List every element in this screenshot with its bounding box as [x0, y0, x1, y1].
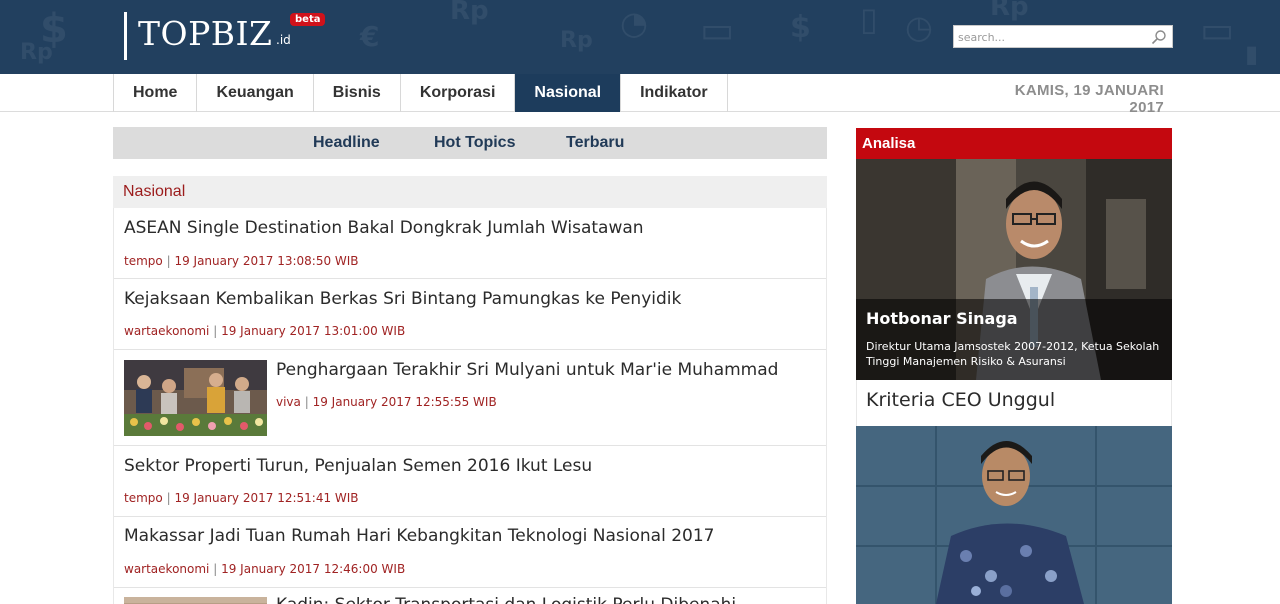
- list-item[interactable]: Kejaksaan Kembalikan Berkas Sri Bintang …: [114, 279, 826, 350]
- article-thumbnail[interactable]: [124, 360, 267, 436]
- background-pattern: ▭: [700, 10, 735, 51]
- article-meta: tempo | 19 January 2017 12:51:41 WIB: [124, 491, 359, 505]
- background-pattern: Rp: [20, 40, 53, 65]
- meta-separator: |: [304, 395, 309, 409]
- background-pattern: ▮: [1245, 40, 1259, 68]
- article-datetime: 19 January 2017 12:46:00 WIB: [221, 562, 406, 576]
- list-item[interactable]: Sektor Properti Turun, Penjualan Semen 2…: [114, 446, 826, 517]
- meta-separator: |: [213, 562, 218, 576]
- sub-nav: Headline Hot Topics Terbaru: [113, 127, 827, 159]
- nav-item-korporasi[interactable]: Korporasi: [401, 74, 516, 112]
- site-header: $ Rp € Rp Rp ◔ ▭ $ ▯ ◷ Rp ▭ ▮ TOPBIZ .id…: [0, 0, 1280, 74]
- article-source: tempo: [124, 491, 163, 505]
- tab-terbaru[interactable]: Terbaru: [566, 127, 624, 159]
- meta-separator: |: [166, 254, 171, 268]
- list-item[interactable]: ASEAN Single Destination Bakal Dongkrak …: [114, 208, 826, 279]
- photo-caption: Hotbonar Sinaga Direktur Utama Jamsostek…: [856, 299, 1172, 380]
- nav-item-nasional[interactable]: Nasional: [515, 74, 622, 112]
- beta-badge: beta: [290, 13, 326, 26]
- section-header: Nasional: [113, 176, 827, 208]
- background-pattern: ▭: [1200, 10, 1235, 51]
- article-datetime: 19 January 2017 12:55:55 WIB: [312, 395, 497, 409]
- author-photo[interactable]: Hotbonar Sinaga Direktur Utama Jamsostek…: [856, 159, 1172, 380]
- logo-bar: [124, 12, 127, 60]
- search-input[interactable]: [958, 28, 1148, 46]
- article-datetime: 19 January 2017 12:51:41 WIB: [174, 491, 359, 505]
- background-pattern: Rp: [450, 0, 489, 26]
- analisa-article[interactable]: Kriteria CEO Unggul: [856, 380, 1172, 426]
- tab-headline[interactable]: Headline: [313, 127, 380, 159]
- news-list: ASEAN Single Destination Bakal Dongkrak …: [113, 208, 827, 604]
- analisa-article-title[interactable]: Kriteria CEO Unggul: [866, 389, 1055, 411]
- tab-hot-topics[interactable]: Hot Topics: [434, 127, 515, 159]
- analisa-label: Analisa: [862, 135, 916, 152]
- background-pattern: ◔: [620, 4, 648, 42]
- list-item[interactable]: Kadin: Sektor Transportasi dan Logistik …: [114, 588, 826, 604]
- article-source: wartaekonomi: [124, 324, 210, 338]
- article-datetime: 19 January 2017 13:08:50 WIB: [174, 254, 359, 268]
- meta-separator: |: [213, 324, 218, 338]
- background-pattern: ▯: [860, 0, 878, 38]
- author-role: Direktur Utama Jamsostek 2007-2012, Ketu…: [866, 340, 1160, 368]
- nav-item-indikator[interactable]: Indikator: [621, 74, 728, 112]
- list-item[interactable]: Penghargaan Terakhir Sri Mulyani untuk M…: [114, 350, 826, 446]
- list-item[interactable]: Makassar Jadi Tuan Rumah Hari Kebangkita…: [114, 517, 826, 588]
- article-title[interactable]: Penghargaan Terakhir Sri Mulyani untuk M…: [276, 360, 778, 380]
- background-pattern: ◷: [905, 8, 933, 46]
- nav-item-home[interactable]: Home: [114, 74, 198, 112]
- article-meta: wartaekonomi | 19 January 2017 12:46:00 …: [124, 562, 405, 576]
- nav-menu: Home Keuangan Bisnis Korporasi Nasional …: [113, 74, 728, 112]
- search-box: [953, 25, 1173, 48]
- meta-separator: |: [166, 491, 171, 505]
- article-title[interactable]: Makassar Jadi Tuan Rumah Hari Kebangkita…: [124, 526, 714, 546]
- section-title: Nasional: [123, 183, 186, 200]
- analisa-image: [856, 426, 1172, 604]
- article-title[interactable]: Sektor Properti Turun, Penjualan Semen 2…: [124, 456, 592, 476]
- article-thumbnail[interactable]: [124, 597, 267, 604]
- background-pattern: Rp: [560, 28, 593, 53]
- article-meta: tempo | 19 January 2017 13:08:50 WIB: [124, 254, 359, 268]
- article-title[interactable]: ASEAN Single Destination Bakal Dongkrak …: [124, 218, 644, 238]
- article-source: wartaekonomi: [124, 562, 210, 576]
- thumbnail-image: [124, 360, 267, 436]
- author-name[interactable]: Hotbonar Sinaga: [866, 309, 1018, 328]
- analisa-header: Analisa: [856, 128, 1172, 159]
- analisa-photo[interactable]: [856, 426, 1172, 604]
- current-date: KAMIS, 19 JANUARI 2017: [1014, 82, 1164, 116]
- article-meta: viva | 19 January 2017 12:55:55 WIB: [276, 395, 497, 409]
- background-pattern: $: [790, 10, 811, 45]
- article-source: tempo: [124, 254, 163, 268]
- search-icon[interactable]: [1151, 29, 1167, 45]
- article-meta: wartaekonomi | 19 January 2017 13:01:00 …: [124, 324, 405, 338]
- site-logo[interactable]: TOPBIZ: [138, 14, 272, 53]
- nav-item-keuangan[interactable]: Keuangan: [197, 74, 314, 112]
- site-logo-suffix: .id: [276, 33, 291, 47]
- background-pattern: €: [360, 20, 380, 53]
- article-title[interactable]: Kadin: Sektor Transportasi dan Logistik …: [276, 595, 736, 604]
- thumbnail-image: [124, 597, 267, 604]
- nav-item-bisnis[interactable]: Bisnis: [314, 74, 401, 112]
- article-title[interactable]: Kejaksaan Kembalikan Berkas Sri Bintang …: [124, 289, 681, 309]
- article-datetime: 19 January 2017 13:01:00 WIB: [221, 324, 406, 338]
- article-source: viva: [276, 395, 301, 409]
- background-pattern: Rp: [990, 0, 1029, 22]
